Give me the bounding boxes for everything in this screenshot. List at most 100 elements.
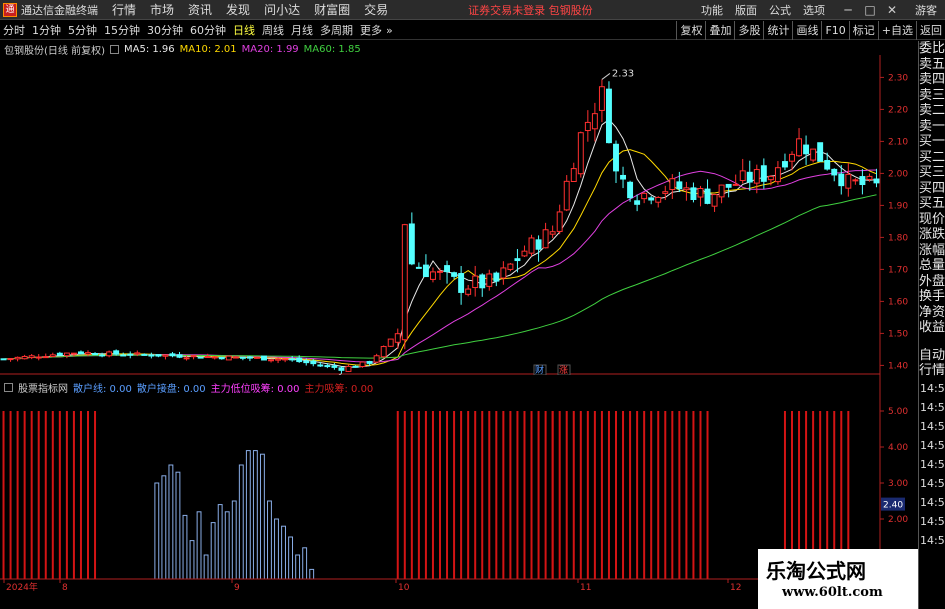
- close-button[interactable]: ✕: [881, 0, 903, 20]
- blue-signal-bar: [161, 475, 167, 580]
- menu-shichang[interactable]: 市场: [150, 1, 174, 18]
- side-item-8[interactable]: 买三: [919, 165, 945, 181]
- side-item-9[interactable]: 买四: [919, 181, 945, 197]
- period-5min[interactable]: 5分钟: [68, 22, 97, 38]
- zhang-tag[interactable]: 涨: [559, 365, 568, 375]
- side-auto-2[interactable]: 行情: [919, 363, 945, 379]
- candle-up: [796, 138, 803, 157]
- candle-up: [21, 355, 28, 360]
- watermark-title: 乐淘公式网: [766, 559, 866, 583]
- side-item-6[interactable]: 买一: [919, 134, 945, 150]
- diejia-button[interactable]: 叠加: [705, 21, 734, 40]
- candle-down: [859, 176, 866, 186]
- side-item-5[interactable]: 卖一: [919, 119, 945, 135]
- fuquan-button[interactable]: 复权: [676, 21, 705, 40]
- side-item-3[interactable]: 卖三: [919, 88, 945, 104]
- menu-gongneng[interactable]: 功能: [701, 2, 723, 18]
- menu-xuanxiang[interactable]: 选项: [803, 2, 825, 18]
- menu-wenxiaoda[interactable]: 问小达: [264, 1, 300, 18]
- side-time-6: 14:50: [920, 495, 945, 509]
- candle-down: [197, 356, 204, 359]
- side-item-10[interactable]: 买五: [919, 196, 945, 212]
- side-item-13[interactable]: 涨幅: [919, 243, 945, 259]
- period-month[interactable]: 月线: [291, 22, 313, 38]
- candle-up: [739, 170, 746, 182]
- side-item-0[interactable]: 委比: [919, 41, 945, 57]
- side-auto-1[interactable]: 自动: [919, 348, 945, 364]
- side-item-2[interactable]: 卖四: [919, 72, 945, 88]
- f10-button[interactable]: F10: [821, 21, 848, 40]
- add-watchlist-button[interactable]: +自选: [877, 21, 916, 40]
- period-15min[interactable]: 15分钟: [104, 22, 140, 38]
- candle-up: [134, 352, 141, 355]
- candle-up: [49, 354, 56, 357]
- side-item-16[interactable]: 换手: [919, 289, 945, 305]
- candlestick-chart[interactable]: 2.30 2.20 2.10 2.00 1.90 1.80 1.70 1.60 1.50 1.40…: [0, 55, 918, 375]
- candle-up: [486, 273, 493, 287]
- side-item-11[interactable]: 现价: [919, 212, 945, 228]
- blue-signal-bar: [210, 522, 216, 580]
- candle-up: [211, 356, 218, 359]
- cai-tag[interactable]: 财: [535, 364, 544, 375]
- candle-up: [774, 167, 781, 183]
- more-arrow-icon[interactable]: »: [386, 24, 393, 37]
- period-more[interactable]: 更多: [360, 22, 382, 38]
- back-button[interactable]: 返回: [916, 21, 945, 40]
- side-item-17[interactable]: 净资: [919, 305, 945, 321]
- period-30min[interactable]: 30分钟: [147, 22, 183, 38]
- candle-down: [838, 173, 845, 187]
- price-tick-label: 2.10: [888, 137, 908, 147]
- side-item-15[interactable]: 外盘: [919, 274, 945, 290]
- duogu-button[interactable]: 多股: [734, 21, 763, 40]
- side-item-4[interactable]: 卖二: [919, 103, 945, 119]
- ma-toggle-icon[interactable]: [109, 44, 119, 54]
- trade-login-notice[interactable]: 证券交易未登录 包钢股份: [468, 2, 593, 18]
- candle-down: [873, 178, 880, 184]
- menu-faxian[interactable]: 发现: [226, 1, 250, 18]
- time-tick-label: 12: [730, 583, 741, 593]
- menu-banmian[interactable]: 版面: [735, 2, 757, 18]
- huaxian-button[interactable]: 画线: [792, 21, 821, 40]
- indicator-tick-label: 2.00: [888, 515, 908, 525]
- candle-down: [56, 352, 63, 356]
- candle-down: [746, 171, 753, 183]
- tongji-button[interactable]: 统计: [763, 21, 792, 40]
- app-title: 通达信金融终端: [21, 3, 98, 17]
- period-60min[interactable]: 60分钟: [190, 22, 226, 38]
- side-item-18[interactable]: 收益: [919, 320, 945, 336]
- menu-zixun[interactable]: 资讯: [188, 1, 212, 18]
- side-item-1[interactable]: 卖五: [919, 57, 945, 73]
- guest-label[interactable]: 游客: [915, 2, 937, 18]
- menu-jiaoyi[interactable]: 交易: [364, 1, 388, 18]
- menu-hangqing[interactable]: 行情: [112, 1, 136, 18]
- side-item-14[interactable]: 总量: [919, 258, 945, 274]
- minimize-button[interactable]: ─: [837, 0, 859, 20]
- current-value-label: 2.40: [883, 501, 903, 511]
- time-tick-label: 9: [234, 583, 240, 593]
- period-multi[interactable]: 多周期: [320, 22, 353, 38]
- side-time-3: 14:50: [920, 438, 945, 452]
- candle-up: [810, 148, 817, 161]
- price-tick-label: 1.90: [888, 201, 908, 211]
- period-day[interactable]: 日线: [233, 22, 255, 38]
- side-item-7[interactable]: 买二: [919, 150, 945, 166]
- side-time-4: 14:50: [920, 457, 945, 471]
- candle-down: [218, 356, 225, 360]
- menu-gongshi[interactable]: 公式: [769, 2, 791, 18]
- biaoji-button[interactable]: 标记: [848, 21, 878, 40]
- candle-down: [493, 272, 500, 282]
- candle-up: [662, 191, 669, 194]
- menu-caifuquan[interactable]: 财富圈: [314, 1, 350, 18]
- period-fenshi[interactable]: 分时: [3, 22, 25, 38]
- time-tick-label: 10: [398, 583, 410, 593]
- app-logo-icon: 通: [3, 2, 17, 17]
- candle-up: [394, 333, 401, 343]
- side-item-12[interactable]: 涨跌: [919, 227, 945, 243]
- period-week[interactable]: 周线: [262, 22, 284, 38]
- period-1min[interactable]: 1分钟: [32, 22, 61, 38]
- ma10-line: [3, 149, 877, 366]
- quote-side-panel: 委比 卖五 卖四 卖三 卖二 卖一 买一 买二 买三 买四 买五 现价 涨跌 涨幅 总量 外盘 换手 净资 收益 自…: [918, 41, 945, 609]
- maximize-button[interactable]: □: [859, 0, 881, 20]
- candle-down: [99, 354, 106, 357]
- candle-up: [789, 153, 795, 162]
